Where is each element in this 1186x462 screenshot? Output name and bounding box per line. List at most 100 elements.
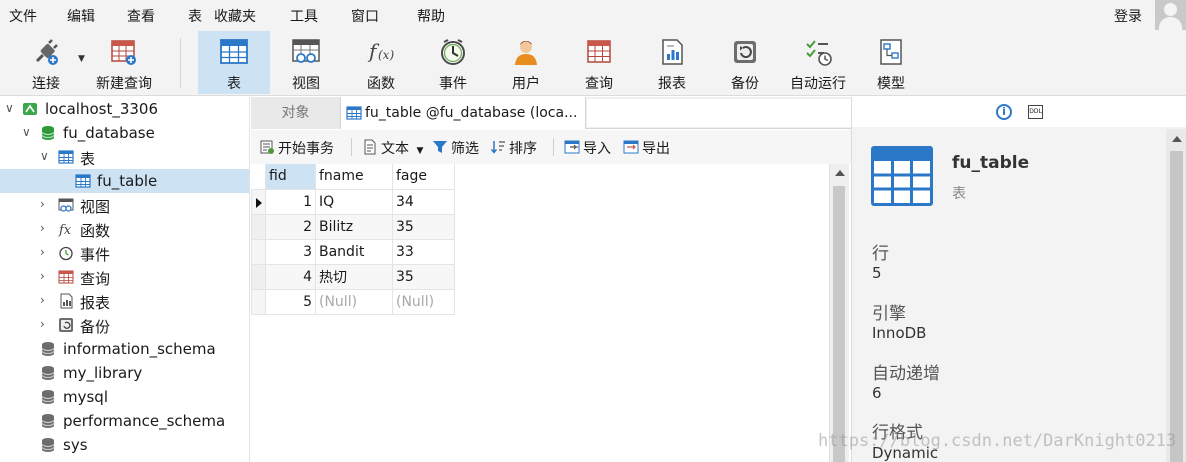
- chevron-down-icon[interactable]: ∨: [5, 101, 14, 115]
- tree-database[interactable]: ∨ fu_database: [0, 121, 249, 145]
- export-button[interactable]: 导出: [623, 138, 670, 158]
- rows-label: 行: [872, 244, 889, 264]
- info-vertical-scrollbar[interactable]: [1166, 129, 1186, 462]
- column-header-fid[interactable]: fid: [265, 164, 316, 190]
- scroll-up-arrow-icon[interactable]: [835, 170, 845, 176]
- tree-database-performance-schema[interactable]: performance_schema: [0, 409, 249, 433]
- chevron-right-icon[interactable]: ›: [40, 245, 45, 259]
- user-avatar[interactable]: [1155, 0, 1186, 30]
- row-indicator[interactable]: [251, 188, 266, 215]
- cell-fage[interactable]: 33: [392, 238, 455, 265]
- chevron-right-icon[interactable]: ›: [40, 197, 45, 211]
- tree-tables-group[interactable]: ∨ 表: [0, 145, 249, 169]
- tree-connection[interactable]: ∨ localhost_3306: [0, 97, 249, 121]
- models-button[interactable]: 模型: [858, 31, 924, 94]
- connect-button[interactable]: 连接: [14, 31, 78, 94]
- tab-objects[interactable]: 对象: [251, 97, 341, 129]
- tree-database-sys[interactable]: sys: [0, 433, 249, 457]
- cell-fname[interactable]: IQ: [315, 188, 393, 215]
- scrollbar-thumb[interactable]: [1170, 151, 1183, 462]
- cell-fname[interactable]: Bandit: [315, 238, 393, 265]
- column-header-fage[interactable]: fage: [392, 164, 455, 190]
- sort-button[interactable]: 排序: [490, 138, 537, 158]
- tree-reports-group[interactable]: › 报表: [0, 289, 249, 313]
- menu-tools[interactable]: 工具: [290, 6, 318, 26]
- menu-bar: 文件 编辑 查看 表 收藏夹 工具 窗口 帮助 登录: [0, 0, 1186, 30]
- tree-events-group[interactable]: › 事件: [0, 241, 249, 265]
- new-query-button[interactable]: 新建查询: [88, 31, 160, 94]
- automation-button[interactable]: 自动运行: [785, 31, 851, 94]
- menu-file[interactable]: 文件: [9, 6, 37, 26]
- cell-fage[interactable]: 35: [392, 263, 455, 290]
- cell-fid[interactable]: 4: [265, 263, 316, 290]
- scroll-up-arrow-icon[interactable]: [1172, 136, 1182, 142]
- row-indicator[interactable]: [251, 263, 266, 290]
- scrollbar-thumb[interactable]: [833, 186, 845, 462]
- tables-button[interactable]: 表: [198, 31, 270, 94]
- main-toolbar: 连接 ▼ 新建查询 表 视图 f (x) 函数 事件 用户 查询 报表 备份 自…: [0, 30, 1186, 96]
- queries-button[interactable]: 查询: [566, 31, 632, 94]
- model-icon: [880, 39, 902, 65]
- menu-favorites[interactable]: 收藏夹: [214, 6, 256, 26]
- table-row[interactable]: 1 IQ 34: [251, 188, 455, 215]
- tab-search-field[interactable]: [587, 99, 851, 127]
- row-indicator[interactable]: [251, 213, 266, 240]
- row-indicator[interactable]: [251, 288, 266, 315]
- table-row[interactable]: 4 热切 35: [251, 263, 455, 290]
- filter-button[interactable]: 筛选: [432, 138, 479, 158]
- cell-fid[interactable]: 5: [265, 288, 316, 315]
- cell-fname[interactable]: (Null): [315, 288, 393, 315]
- column-header-fname[interactable]: fname: [315, 164, 393, 190]
- cell-fage[interactable]: (Null): [392, 288, 455, 315]
- menu-help[interactable]: 帮助: [417, 6, 445, 26]
- cell-fid[interactable]: 1: [265, 188, 316, 215]
- table-row[interactable]: 5 (Null) (Null): [251, 288, 455, 315]
- table-row[interactable]: 3 Bandit 33: [251, 238, 455, 265]
- tree-table-fu-table[interactable]: fu_table: [0, 169, 249, 193]
- info-icon[interactable]: i: [996, 104, 1012, 120]
- menu-edit[interactable]: 编辑: [67, 6, 95, 26]
- begin-transaction-label: 开始事务: [278, 141, 334, 157]
- avatar-body: [1159, 17, 1182, 30]
- views-button[interactable]: 视图: [273, 31, 339, 94]
- tree-functions-group[interactable]: › fx 函数: [0, 217, 249, 241]
- menu-table[interactable]: 表: [188, 6, 202, 26]
- cell-fname[interactable]: 热切: [315, 263, 393, 290]
- backup-button[interactable]: 备份: [712, 31, 778, 94]
- menu-window[interactable]: 窗口: [351, 6, 379, 26]
- functions-button[interactable]: f (x) 函数: [348, 31, 414, 94]
- chevron-down-icon[interactable]: ∨: [40, 149, 49, 163]
- tree-database-my-library[interactable]: my_library: [0, 361, 249, 385]
- cell-fage[interactable]: 34: [392, 188, 455, 215]
- text-view-button[interactable]: 文本 ▼: [362, 138, 423, 158]
- table-row[interactable]: 2 Bilitz 35: [251, 213, 455, 240]
- cell-fid[interactable]: 2: [265, 213, 316, 240]
- row-indicator[interactable]: [251, 238, 266, 265]
- login-button[interactable]: 登录: [1114, 6, 1142, 26]
- tab-fu-table[interactable]: fu_table @fu_database (loca...: [341, 97, 586, 129]
- chevron-down-icon[interactable]: ∨: [22, 125, 31, 139]
- chevron-right-icon[interactable]: ›: [40, 269, 45, 283]
- import-icon: [564, 140, 580, 154]
- tree-backups-group[interactable]: › 备份: [0, 313, 249, 337]
- events-button[interactable]: 事件: [420, 31, 486, 94]
- chevron-right-icon[interactable]: ›: [40, 317, 45, 331]
- ddl-icon[interactable]: DDL: [1028, 105, 1043, 119]
- tree-database-mysql[interactable]: mysql: [0, 385, 249, 409]
- tree-views-group[interactable]: › 视图: [0, 193, 249, 217]
- chevron-right-icon[interactable]: ›: [40, 293, 45, 307]
- connect-dropdown-caret-icon[interactable]: ▼: [78, 54, 85, 64]
- svg-text:fx: fx: [58, 223, 72, 237]
- begin-transaction-button[interactable]: 开始事务: [259, 138, 334, 158]
- cell-fid[interactable]: 3: [265, 238, 316, 265]
- tree-queries-group[interactable]: › 查询: [0, 265, 249, 289]
- users-button[interactable]: 用户: [493, 31, 559, 94]
- reports-button[interactable]: 报表: [639, 31, 705, 94]
- cell-fage[interactable]: 35: [392, 213, 455, 240]
- chevron-right-icon[interactable]: ›: [40, 221, 45, 235]
- menu-view[interactable]: 查看: [127, 6, 155, 26]
- cell-fname[interactable]: Bilitz: [315, 213, 393, 240]
- import-button[interactable]: 导入: [564, 138, 611, 158]
- grid-vertical-scrollbar[interactable]: [829, 164, 849, 462]
- tree-database-information-schema[interactable]: information_schema: [0, 337, 249, 361]
